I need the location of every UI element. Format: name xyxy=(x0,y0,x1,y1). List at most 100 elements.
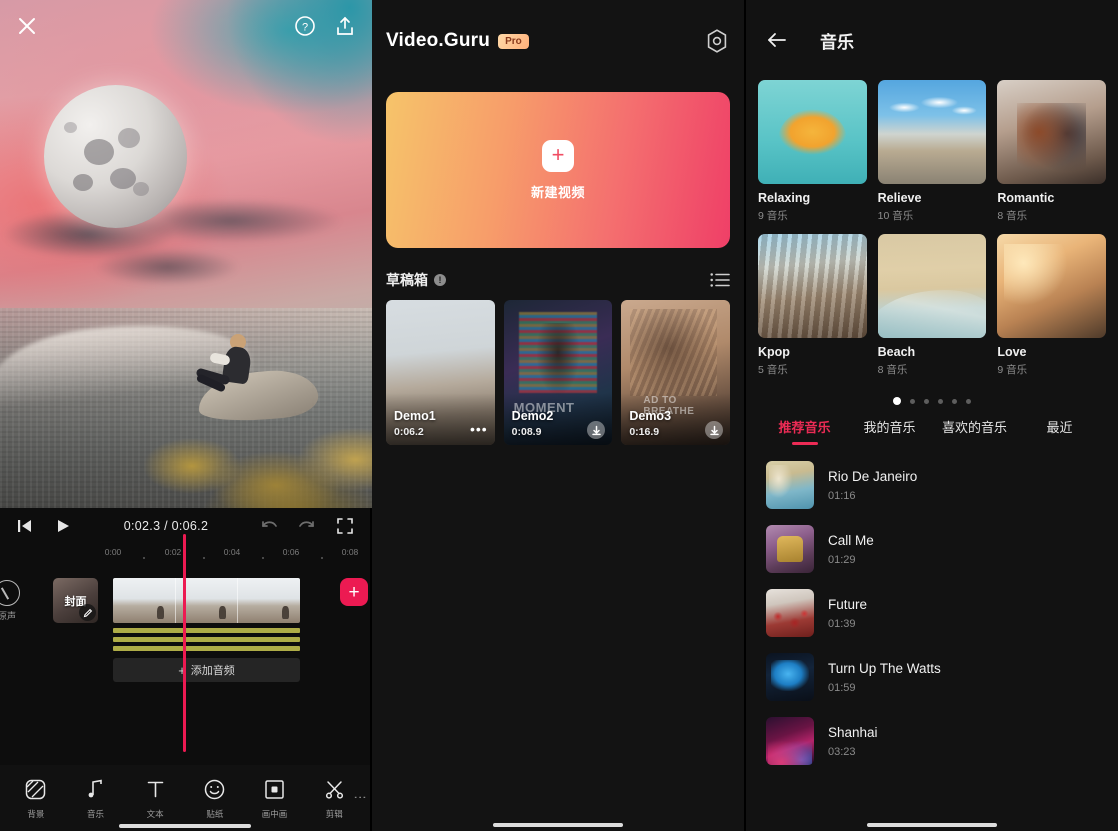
picture-in-picture-icon xyxy=(245,777,305,803)
page-dot[interactable] xyxy=(893,397,901,405)
clip-frame xyxy=(113,578,176,623)
gear-icon[interactable] xyxy=(704,28,730,54)
sticker-smiley-icon xyxy=(185,777,245,803)
track-list[interactable]: Rio De Janeiro 01:16 Call Me 01:29 Futur… xyxy=(746,445,1118,831)
music-title: 音乐 xyxy=(820,32,854,52)
toolbar-label: 画中画 xyxy=(261,808,288,819)
toolbar-label: 背景 xyxy=(27,808,45,819)
toolbar-label: 剪辑 xyxy=(325,808,343,819)
video-preview[interactable]: ? xyxy=(0,0,372,508)
category-name: Relieve xyxy=(877,191,922,205)
category-thumbnail xyxy=(997,80,1106,184)
category-name: Relaxing xyxy=(758,191,811,205)
toolbar-item-text[interactable]: 文本 xyxy=(125,777,185,820)
system-nav-pill xyxy=(867,823,997,827)
edit-pencil-icon[interactable] xyxy=(79,604,96,621)
track-row[interactable]: Shanhai 03:23 xyxy=(746,709,1118,773)
cover-thumbnail[interactable]: 封面 xyxy=(53,578,98,623)
pro-badge[interactable]: Pro xyxy=(498,33,529,49)
category-count: 8 音乐 xyxy=(877,364,908,376)
toolbar-item-background[interactable]: 背景 xyxy=(6,777,66,820)
fullscreen-button[interactable] xyxy=(332,513,358,539)
page-dot[interactable] xyxy=(924,398,929,404)
skip-to-start-button[interactable] xyxy=(12,513,38,539)
draft-card[interactable]: MOMENT Demo2 0:08.9 xyxy=(503,300,613,445)
back-arrow-icon[interactable] xyxy=(764,27,790,53)
draft-card[interactable]: AD TO BREATHE Demo3 0:16.9 xyxy=(621,300,731,445)
page-dot[interactable] xyxy=(952,398,957,404)
playhead[interactable] xyxy=(183,534,186,752)
draft-download-button[interactable] xyxy=(705,421,724,439)
add-audio-label: 添加音频 xyxy=(190,665,235,677)
play-button[interactable] xyxy=(50,513,76,539)
page-dot[interactable] xyxy=(938,398,943,404)
category-name: Beach xyxy=(877,345,916,359)
tab-favorite-music[interactable]: 喜欢的音乐 xyxy=(932,417,1017,445)
toolbar-overflow-icon[interactable]: ⋮ xyxy=(353,791,368,805)
track-duration: 01:39 xyxy=(828,617,856,630)
help-icon[interactable]: ? xyxy=(292,13,318,39)
draft-download-button[interactable] xyxy=(587,421,606,439)
download-icon xyxy=(705,421,724,439)
draft-more-options-button[interactable]: ••• xyxy=(470,421,488,439)
close-icon[interactable] xyxy=(14,13,40,39)
preview-moon xyxy=(44,85,187,228)
redo-button[interactable] xyxy=(294,513,320,539)
mute-icon xyxy=(0,580,20,606)
track-duration: 03:23 xyxy=(828,745,856,758)
track-row[interactable]: Turn Up The Watts 01:59 xyxy=(746,645,1118,709)
new-video-button[interactable]: + 新建视频 xyxy=(386,92,730,248)
draft-card[interactable]: Demo1 0:06.2 ••• xyxy=(386,300,495,445)
tab-recent[interactable]: 最近 xyxy=(1017,417,1102,445)
page-dot[interactable] xyxy=(966,398,971,404)
music-header: 音乐 xyxy=(746,0,1118,80)
music-category-relieve[interactable]: Relieve 10 音乐 xyxy=(877,80,987,223)
track-thumbnail xyxy=(766,589,814,637)
category-name: Love xyxy=(997,345,1027,359)
ruler-tick: 0:08 xyxy=(341,547,359,557)
page-dot[interactable] xyxy=(910,398,915,404)
category-count: 8 音乐 xyxy=(997,210,1028,222)
preview-foliage xyxy=(144,388,372,508)
toolbar-label: 文本 xyxy=(146,808,164,819)
toolbar-item-sticker[interactable]: 贴纸 xyxy=(185,777,245,820)
add-audio-button[interactable]: + 添加音频 xyxy=(113,658,300,682)
system-nav-pill xyxy=(119,824,251,828)
video-clip-track[interactable] xyxy=(113,578,300,623)
music-category-relaxing[interactable]: Relaxing 9 音乐 xyxy=(758,80,867,223)
original-sound-toggle[interactable]: 原声 xyxy=(0,580,30,622)
category-thumbnail xyxy=(877,234,987,338)
category-name: Kpop xyxy=(758,345,790,359)
toolbar-item-music[interactable]: 音乐 xyxy=(66,777,126,820)
track-thumbnail xyxy=(766,653,814,701)
add-clip-button[interactable]: + xyxy=(340,578,368,606)
music-category-romantic[interactable]: Romantic 8 音乐 xyxy=(997,80,1106,223)
audio-waveform-track[interactable] xyxy=(113,628,300,654)
list-view-icon[interactable] xyxy=(710,272,730,288)
tab-my-music[interactable]: 我的音乐 xyxy=(847,417,932,445)
carousel-page-dots[interactable] xyxy=(746,377,1118,405)
undo-button[interactable] xyxy=(256,513,282,539)
track-row[interactable]: Future 01:39 xyxy=(746,581,1118,645)
toolbar-item-pip[interactable]: 画中画 xyxy=(245,777,305,820)
preview-dark-clouds xyxy=(0,190,372,300)
export-icon[interactable] xyxy=(332,13,358,39)
system-nav-pill xyxy=(493,823,623,827)
drafts-list: Demo1 0:06.2 ••• MOMENT Demo2 0:08.9 AD … xyxy=(372,300,744,445)
original-sound-label: 原声 xyxy=(0,611,16,621)
track-row[interactable]: Call Me 01:29 xyxy=(746,517,1118,581)
add-clip-label: + xyxy=(348,581,360,603)
info-icon[interactable]: ! xyxy=(434,274,446,286)
music-category-kpop[interactable]: Kpop 5 音乐 xyxy=(758,234,867,377)
music-category-beach[interactable]: Beach 8 音乐 xyxy=(877,234,987,377)
tab-recommended-music[interactable]: 推荐音乐 xyxy=(762,417,847,445)
toolbar-label: 贴纸 xyxy=(206,808,224,819)
draft-duration: 0:16.9 xyxy=(629,426,660,438)
editor-toolbar: 背景 音乐 文本 贴纸 画中画 剪辑 ⋮ xyxy=(0,765,370,831)
track-row[interactable]: Rio De Janeiro 01:16 xyxy=(746,453,1118,517)
time-readout: 0:02.3 / 0:06.2 xyxy=(123,519,209,533)
home-header: Video.Guru Pro xyxy=(372,0,744,82)
music-category-love[interactable]: Love 9 音乐 xyxy=(997,234,1106,377)
timeline-tracks[interactable]: 原声 封面 + 添加音频 + xyxy=(0,534,370,765)
plus-icon: + xyxy=(542,139,574,172)
